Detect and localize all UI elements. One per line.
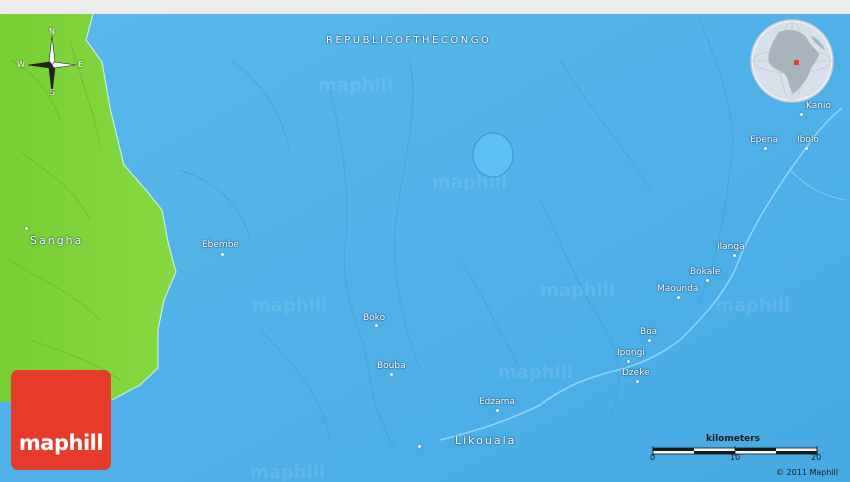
terrain-layer [0, 13, 850, 482]
compass-e: E [78, 60, 84, 69]
compass-rose: N S W E [14, 27, 90, 100]
watermark: maphill [715, 295, 791, 316]
scale-bar: kilometers 0 10 20 [648, 434, 823, 468]
town-marker-edzama [496, 409, 499, 412]
compass-n: N [49, 27, 55, 36]
town-marker-dzeke [636, 380, 639, 383]
town-label-maounda: Maounda [657, 284, 699, 294]
scale-title: kilometers [706, 434, 761, 444]
town-label-bokale: Bokale [690, 267, 721, 277]
country-label: REPUBLICOFTHECONGO [326, 35, 492, 46]
town-label-bouba: Bouba [377, 361, 406, 371]
region-label-likouala: Likouala [455, 434, 517, 447]
town-label-boko: Boko [363, 313, 386, 323]
town-marker-kanio [800, 113, 803, 116]
watermark: maphill [252, 295, 328, 316]
town-marker-bouba [390, 373, 393, 376]
town-label-ebembe: Ebembe [202, 240, 239, 250]
town-marker-maounda [677, 296, 680, 299]
map-view[interactable]: maphill maphill maphill maphill maphill … [0, 0, 850, 482]
watermark: maphill [432, 172, 508, 193]
compass-s: S [50, 88, 56, 97]
copyright-text: © 2011 Maphill [776, 468, 839, 477]
town-marker-ebembe [221, 253, 224, 256]
scale-tick-20: 20 [811, 453, 822, 462]
town-marker-ilanga [733, 254, 736, 257]
logo-text: maphill [18, 431, 104, 455]
town-marker-bokale [706, 279, 709, 282]
compass-w: W [17, 60, 25, 69]
watermark: maphill [250, 462, 326, 482]
watermark: maphill [318, 75, 394, 96]
town-label-ibolo: Ibolo [797, 135, 819, 145]
town-label-ilanga: Ilanga [717, 242, 745, 252]
scale-tick-10: 10 [730, 453, 741, 462]
town-marker-boa [648, 339, 651, 342]
town-label-dzeke: Dzeke [622, 368, 650, 378]
region-marker-sangha [25, 227, 28, 230]
region-marker-likouala [418, 445, 421, 448]
town-marker-ipongi [627, 360, 630, 363]
town-label-boa: Boa [640, 327, 658, 337]
watermark: maphill [540, 280, 616, 301]
watermark: maphill [498, 362, 574, 383]
town-marker-ibolo [805, 147, 808, 150]
scale-tick-0: 0 [650, 453, 656, 462]
town-label-epena: Epena [750, 135, 779, 145]
region-label-sangha: Sangha [30, 234, 84, 247]
globe-locator-icon [750, 19, 834, 103]
town-marker-boko [375, 324, 378, 327]
town-label-edzama: Edzama [479, 397, 515, 407]
town-marker-epena [764, 147, 767, 150]
maphill-logo[interactable]: maphill [11, 370, 111, 470]
lake [472, 132, 514, 178]
town-label-ipongi: Ipongi [617, 348, 645, 358]
